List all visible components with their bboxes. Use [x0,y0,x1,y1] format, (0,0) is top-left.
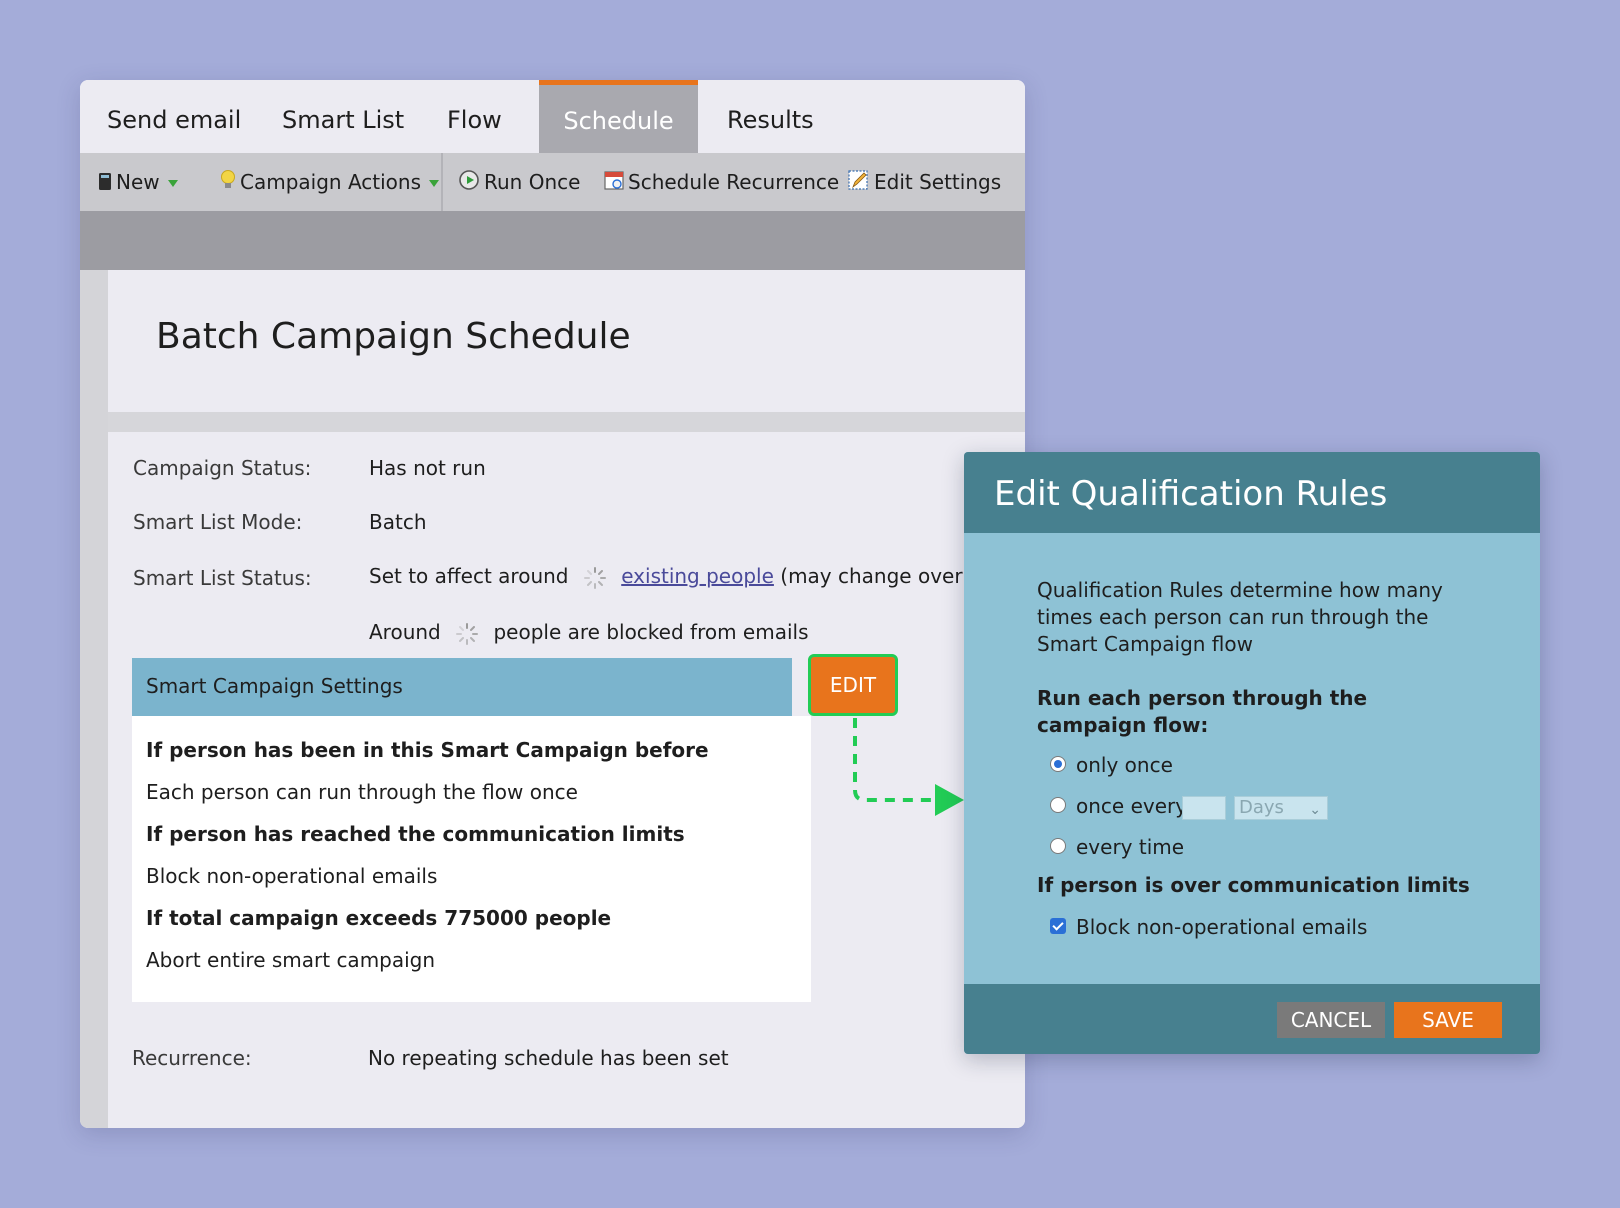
recurrence-label: Recurrence: [132,1046,252,1070]
tab-smart-list[interactable]: Smart List [282,80,404,153]
existing-people-link[interactable]: existing people [621,564,774,588]
tab-results[interactable]: Results [727,80,814,153]
smart-list-status-suffix: (may change over tim [780,564,989,588]
run-once-button[interactable]: Run Once [458,153,580,211]
smart-list-status-value: Set to affect around existing people (ma… [369,564,989,590]
dialog-title: Edit Qualification Rules [994,474,1388,514]
page-title: Batch Campaign Schedule [156,316,631,357]
cancel-button[interactable]: CANCEL [1277,1002,1385,1038]
pencil-edit-icon [848,155,870,213]
smart-campaign-settings-header: Smart Campaign Settings [132,658,792,716]
page-header: Batch Campaign Schedule [108,270,1025,412]
dialog-footer: CANCEL SAVE [964,984,1540,1054]
new-label: New [116,170,160,194]
recurrence-value: No repeating schedule has been set [368,1046,729,1070]
chevron-down-icon [429,180,439,187]
calendar-icon [604,155,624,213]
settings-rule-value: Block non-operational emails [146,864,438,888]
tab-schedule[interactable]: Schedule [539,80,698,153]
loading-spinner-icon [455,622,479,646]
dialog-header: Edit Qualification Rules [964,452,1540,533]
block-emails-label: Block non-operational emails [1076,915,1368,939]
run-frequency-heading: Run each person through the campaign flo… [1037,686,1368,737]
smart-list-status-label: Smart List Status: [133,566,312,590]
edit-qualification-rules-dialog: Edit Qualification Rules Qualification R… [964,452,1540,1054]
run-once-label: Run Once [484,170,581,194]
tab-bar: Send email Smart List Flow Schedule Resu… [80,80,1025,153]
smart-list-mode-label: Smart List Mode: [133,510,303,534]
dialog-description: Qualification Rules determine how many t… [1037,578,1443,656]
schedule-recurrence-button[interactable]: Schedule Recurrence [604,153,839,211]
chevron-down-icon: ⌄ [1309,802,1321,818]
campaign-actions-label: Campaign Actions [240,170,421,194]
schedule-recurrence-label: Schedule Recurrence [628,170,840,194]
only-once-radio[interactable] [1050,756,1066,772]
smart-campaign-settings-title: Smart Campaign Settings [146,674,403,698]
subheader-bar [80,211,1025,270]
toolbar: New Campaign Actions Run Once Schedule R… [80,153,1025,211]
tab-send-email[interactable]: Send email [107,80,241,153]
interval-number-input[interactable] [1182,796,1226,820]
campaign-status-value: Has not run [369,456,486,480]
once-every-label: once every [1076,794,1188,818]
edit-settings-highlighted-button[interactable]: EDIT [808,654,898,716]
once-every-radio[interactable] [1050,797,1066,813]
blocked-suffix: people are blocked from emails [493,620,809,644]
section-divider [108,412,1025,432]
lightbulb-icon [220,155,236,213]
every-time-radio[interactable] [1050,838,1066,854]
smart-campaign-settings-body: If person has been in this Smart Campaig… [132,716,811,1002]
communication-limits-heading: If person is over communication limits [1037,873,1470,897]
new-menu-button[interactable]: New [98,153,178,211]
loading-spinner-icon [583,566,607,590]
save-button[interactable]: SAVE [1394,1002,1502,1038]
settings-rule-heading: If person has been in this Smart Campaig… [146,738,709,762]
new-document-icon [98,155,112,213]
left-gutter [80,270,108,1128]
chevron-down-icon [167,180,178,187]
campaign-actions-menu-button[interactable]: Campaign Actions [220,153,439,211]
every-time-label: every time [1076,835,1185,859]
only-once-label: only once [1076,753,1173,777]
smart-list-mode-value: Batch [369,510,427,534]
interval-unit-value: Days [1239,797,1284,818]
blocked-people-line: Around people are blocked from emails [369,620,809,646]
blocked-prefix: Around [369,620,441,644]
edit-settings-button[interactable]: Edit Settings [848,153,1001,211]
settings-rule-value: Each person can run through the flow onc… [146,780,578,804]
settings-rule-value: Abort entire smart campaign [146,948,436,972]
interval-unit-select[interactable]: Days ⌄ [1234,796,1328,820]
tab-flow[interactable]: Flow [447,80,502,153]
campaign-status-label: Campaign Status: [133,456,312,480]
smart-list-status-prefix: Set to affect around [369,564,569,588]
toolbar-divider [441,153,443,211]
run-once-icon [458,155,480,213]
settings-rule-heading: If total campaign exceeds 775000 people [146,906,612,930]
block-emails-checkbox[interactable] [1050,918,1066,934]
settings-rule-heading: If person has reached the communication … [146,822,685,846]
edit-settings-label: Edit Settings [874,170,1002,194]
